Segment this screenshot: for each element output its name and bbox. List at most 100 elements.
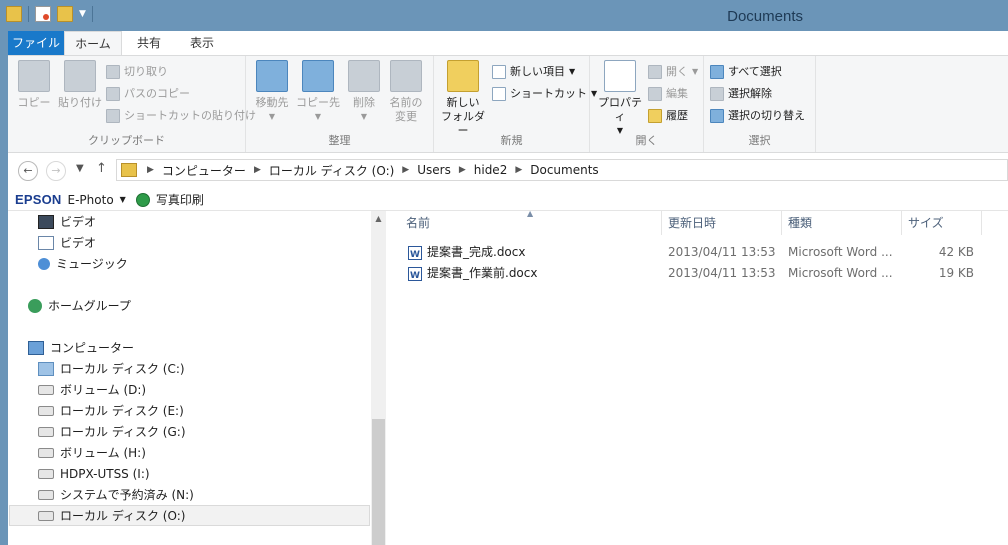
rename-button[interactable]: 名前の 変更 <box>384 60 428 124</box>
breadcrumb-separator-icon[interactable]: ▶ <box>402 165 409 175</box>
paste-button[interactable]: 貼り付け <box>56 60 104 110</box>
recent-locations-icon[interactable]: ▼ <box>76 163 84 174</box>
navigation-pane-scrollbar[interactable]: ▲ <box>371 211 386 545</box>
tree-item-video-2[interactable]: ビデオ <box>38 232 96 253</box>
copy-path-icon <box>106 87 120 101</box>
tree-item-label: ビデオ <box>60 215 97 229</box>
photo-print-button[interactable]: 写真印刷 <box>156 191 204 208</box>
tree-item-drive-g[interactable]: ローカル ディスク (G:) <box>38 421 186 442</box>
file-name-cell: 提案書_作業前.docx <box>408 263 658 283</box>
move-to-button[interactable]: 移動先 ▼ <box>250 60 294 124</box>
new-folder-button[interactable]: 新しい フォルダー <box>438 60 488 138</box>
copy-path-button[interactable]: パスのコピー <box>106 84 190 104</box>
tree-item-label: システムで予約済み (N:) <box>60 488 194 502</box>
music-icon <box>38 257 50 270</box>
cut-button[interactable]: 切り取り <box>106 62 168 82</box>
tree-item-label: コンピューター <box>50 341 135 355</box>
ribbon-tabs: ファイル ホーム 共有 表示 <box>8 31 1008 55</box>
tree-item-computer[interactable]: コンピューター <box>28 337 134 358</box>
epson-logo: EPSON <box>15 192 62 207</box>
tree-item-label: HDPX-UTSS (I:) <box>60 466 150 481</box>
history-button[interactable]: 履歴 <box>648 106 688 126</box>
folder-icon <box>121 163 137 177</box>
file-name-cell: 提案書_完成.docx <box>408 242 658 262</box>
delete-button[interactable]: 削除 ▼ <box>346 60 382 124</box>
copy-to-button[interactable]: コピー先 ▼ <box>294 60 342 124</box>
tree-item-label: ローカル ディスク (E:) <box>60 404 184 418</box>
tree-item-homegroup[interactable]: ホームグループ <box>28 295 131 316</box>
photo-print-icon[interactable] <box>135 192 150 207</box>
column-header-modified[interactable]: 更新日時 <box>662 211 782 235</box>
tree-item-drive-n[interactable]: システムで予約済み (N:) <box>38 484 194 505</box>
paste-shortcut-icon <box>106 109 120 123</box>
properties-icon <box>604 60 636 92</box>
title-bar: ▼ Documents <box>0 0 1008 31</box>
file-row[interactable]: 提案書_完成.docx 2013/04/11 13:53 Microsoft W… <box>406 242 996 262</box>
breadcrumb-separator-icon[interactable]: ▶ <box>459 165 466 175</box>
open-button[interactable]: 開く ▼ <box>648 62 698 82</box>
breadcrumb-users[interactable]: Users <box>417 163 451 177</box>
tree-item-drive-i[interactable]: HDPX-UTSS (I:) <box>38 463 150 484</box>
breadcrumb-drive-o[interactable]: ローカル ディスク (O:) <box>269 162 394 179</box>
breadcrumb-computer[interactable]: コンピューター <box>162 162 246 179</box>
drive-icon <box>38 426 54 437</box>
invert-selection-button[interactable]: 選択の切り替え <box>710 106 805 126</box>
tree-item-drive-c[interactable]: ローカル ディスク (C:) <box>38 358 185 379</box>
column-header-type[interactable]: 種類 <box>782 211 902 235</box>
chevron-down-icon: ▼ <box>360 112 368 121</box>
navigation-pane: ビデオ ビデオ ミュージック ホームグループ コンピューター ローカル ディスク… <box>8 211 371 545</box>
ribbon: コピー 貼り付け 切り取り パスのコピー ショートカットの貼り付け クリップボー… <box>8 55 1008 153</box>
epson-product-menu[interactable]: E-Photo <box>68 193 114 207</box>
homegroup-icon <box>28 298 42 313</box>
video-library-icon <box>38 235 54 250</box>
select-all-button[interactable]: すべて選択 <box>710 62 782 82</box>
tree-item-label: ローカル ディスク (G:) <box>60 425 186 439</box>
new-item-label: 新しい項目 <box>510 65 565 78</box>
select-none-button[interactable]: 選択解除 <box>710 84 772 104</box>
breadcrumb-separator-icon[interactable]: ▶ <box>515 165 522 175</box>
organize-group: 移動先 ▼ コピー先 ▼ 削除 ▼ 名前の 変更 整理 <box>246 56 434 152</box>
chevron-down-icon: ▼ <box>268 112 276 121</box>
tree-item-drive-e[interactable]: ローカル ディスク (E:) <box>38 400 184 421</box>
breadcrumb-documents[interactable]: Documents <box>530 163 598 177</box>
address-bar[interactable]: ▶ コンピューター ▶ ローカル ディスク (O:) ▶ Users ▶ hid… <box>116 159 1008 181</box>
tab-share[interactable]: 共有 <box>126 31 172 55</box>
shortcut-button[interactable]: ショートカット ▼ <box>492 84 597 104</box>
file-name: 提案書_作業前.docx <box>427 266 538 280</box>
back-button[interactable]: ← <box>18 161 38 181</box>
breadcrumb-hide2[interactable]: hide2 <box>474 163 508 177</box>
copy-button[interactable]: コピー <box>14 60 54 110</box>
drive-icon <box>38 405 54 416</box>
tree-item-drive-o[interactable]: ローカル ディスク (O:) <box>9 505 370 526</box>
clipboard-group: コピー 貼り付け 切り取り パスのコピー ショートカットの貼り付け クリップボー… <box>8 56 256 152</box>
column-header-name[interactable]: 名前 <box>400 211 662 235</box>
column-header-size[interactable]: サイズ <box>902 211 982 235</box>
rename-icon <box>390 60 422 92</box>
forward-button[interactable]: → <box>46 161 66 181</box>
group-label-organize: 整理 <box>328 134 351 147</box>
edit-icon <box>648 87 662 101</box>
tab-view[interactable]: 表示 <box>176 31 228 55</box>
chevron-down-icon[interactable]: ▼ <box>120 195 126 204</box>
edit-label: 編集 <box>666 87 688 100</box>
drive-icon <box>38 384 54 395</box>
tab-home[interactable]: ホーム <box>64 31 122 55</box>
file-row[interactable]: 提案書_作業前.docx 2013/04/11 13:53 Microsoft … <box>406 263 996 283</box>
up-arrow-icon[interactable]: ↑ <box>96 161 107 176</box>
scrollbar-thumb[interactable] <box>372 419 385 545</box>
tab-file[interactable]: ファイル <box>8 31 64 55</box>
tree-item-music[interactable]: ミュージック <box>38 253 128 274</box>
paste-shortcut-button[interactable]: ショートカットの貼り付け <box>106 106 256 126</box>
history-icon <box>648 109 662 123</box>
new-folder-label-line1: 新しい <box>446 96 480 109</box>
file-type: Microsoft Word ... <box>788 245 893 259</box>
tree-item-drive-d[interactable]: ボリューム (D:) <box>38 379 146 400</box>
properties-button[interactable]: プロパティ ▼ <box>594 60 646 138</box>
breadcrumb-separator-icon[interactable]: ▶ <box>254 165 261 175</box>
breadcrumb-separator-icon[interactable]: ▶ <box>147 165 154 175</box>
edit-button[interactable]: 編集 <box>648 84 688 104</box>
new-item-button[interactable]: 新しい項目 ▼ <box>492 62 575 82</box>
tree-item-video[interactable]: ビデオ <box>38 211 96 232</box>
tree-item-drive-h[interactable]: ボリューム (H:) <box>38 442 146 463</box>
scroll-up-icon[interactable]: ▲ <box>371 211 386 226</box>
